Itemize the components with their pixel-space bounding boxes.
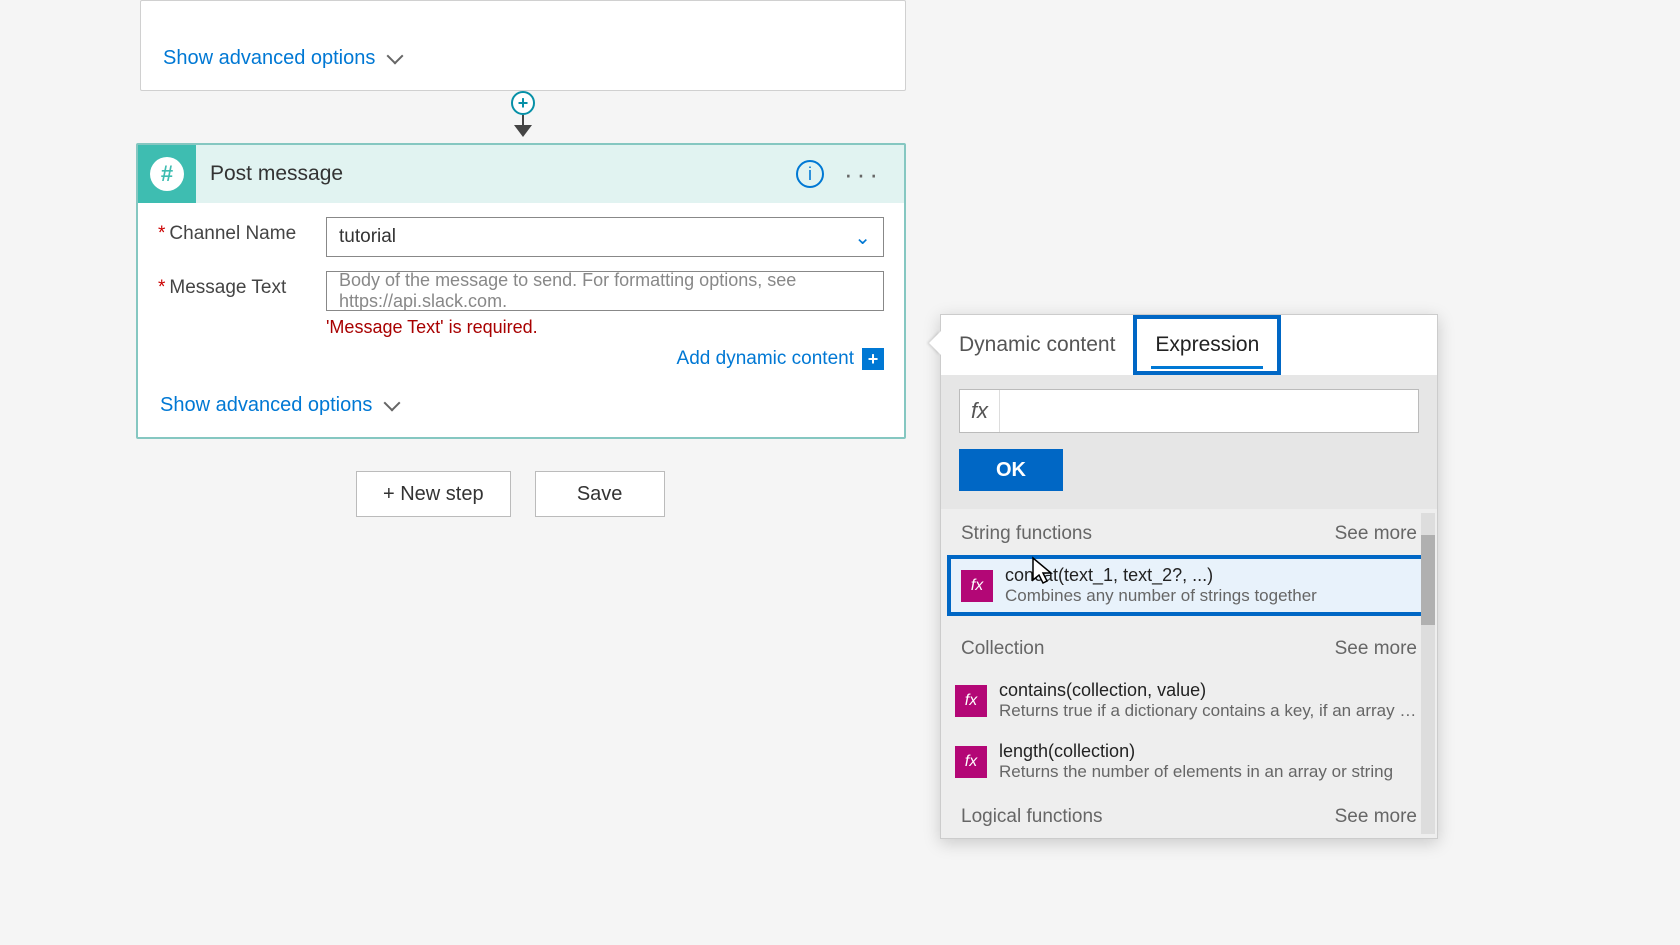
expression-input[interactable] [1000,390,1418,432]
fx-badge-icon: fx [955,746,987,778]
expression-panel: Dynamic content Expression fx OK String … [940,314,1438,839]
tab-expression[interactable]: Expression [1133,315,1281,375]
show-advanced-post[interactable]: Show advanced options [160,394,404,417]
slack-connector-icon: # [138,145,196,203]
function-description: Combines any number of strings together [1005,586,1417,606]
channel-name-value: tutorial [339,226,854,248]
expression-editor-body: fx OK [941,375,1437,509]
card-header[interactable]: # Post message i ··· [138,145,904,203]
new-step-button[interactable]: + New step [356,471,511,517]
previous-action-card: Show advanced options [140,0,906,91]
see-more-string[interactable]: See more [1335,523,1417,545]
chevron-down-icon: ⌄ [854,225,871,250]
category-title: String functions [961,523,1092,545]
category-string-functions: String functions See more [941,509,1437,555]
function-signature: contains(collection, value) [999,680,1423,701]
see-more-logical[interactable]: See more [1335,806,1417,828]
category-title: Collection [961,638,1044,660]
expression-input-row: fx [959,389,1419,433]
function-description: Returns the number of elements in an arr… [999,762,1423,782]
validation-message: 'Message Text' is required. [326,317,884,338]
hash-icon: # [150,157,184,191]
footer-buttons: + New step Save [356,471,665,517]
function-contains[interactable]: fx contains(collection, value) Returns t… [941,670,1437,731]
post-message-card: # Post message i ··· *Channel Name tutor… [136,143,906,439]
add-step-between-button[interactable]: + [511,91,535,115]
function-length[interactable]: fx length(collection) Returns the number… [941,731,1437,792]
advanced-label: Show advanced options [163,47,375,70]
chevron-down-icon [385,48,407,70]
function-signature: concat(text_1, text_2?, ...) [1005,565,1417,586]
show-advanced-prev[interactable]: Show advanced options [163,47,883,70]
category-collection: Collection See more [941,624,1437,670]
chevron-down-icon [382,395,404,417]
connector: + [511,91,535,143]
fx-badge-icon: fx [961,570,993,602]
fx-icon: fx [960,390,1000,432]
tab-dynamic-content[interactable]: Dynamic content [941,315,1133,375]
more-menu-icon[interactable]: ··· [844,161,882,187]
function-description: Returns true if a dictionary contains a … [999,701,1423,721]
info-icon[interactable]: i [796,160,824,188]
card-title: Post message [196,162,796,186]
add-dynamic-content-plus[interactable]: + [862,348,884,370]
channel-name-field: *Channel Name tutorial ⌄ [138,203,904,257]
category-title: Logical functions [961,806,1103,828]
function-list: String functions See more fx concat(text… [941,509,1437,838]
panel-tabs: Dynamic content Expression [941,315,1437,375]
see-more-collection[interactable]: See more [1335,638,1417,660]
function-list-scrollbar[interactable] [1421,513,1435,834]
message-text-input[interactable]: Body of the message to send. For formatt… [326,271,884,311]
dynamic-content-row: Add dynamic content + [138,338,904,370]
category-logical-functions: Logical functions See more [941,792,1437,838]
ok-button[interactable]: OK [959,449,1063,491]
message-text-placeholder: Body of the message to send. For formatt… [339,270,871,312]
message-text-label: *Message Text [158,271,326,299]
channel-name-select[interactable]: tutorial ⌄ [326,217,884,257]
channel-name-label: *Channel Name [158,217,326,245]
function-signature: length(collection) [999,741,1423,762]
advanced-label: Show advanced options [160,394,372,417]
function-concat[interactable]: fx concat(text_1, text_2?, ...) Combines… [947,555,1431,616]
add-dynamic-content-link[interactable]: Add dynamic content [677,348,854,370]
message-text-field: *Message Text Body of the message to sen… [138,257,904,338]
save-button[interactable]: Save [535,471,665,517]
fx-badge-icon: fx [955,685,987,717]
